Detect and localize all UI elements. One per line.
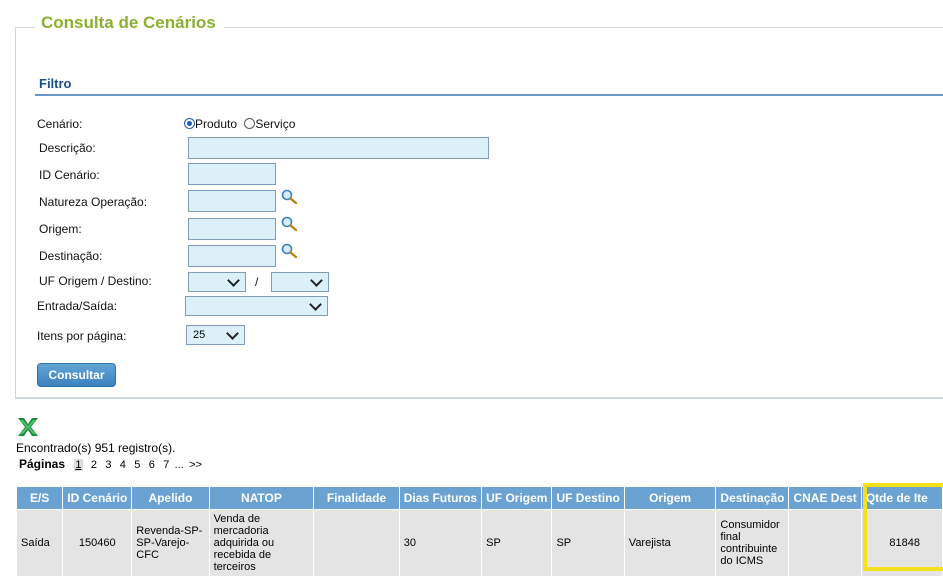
id-cenario-label: ID Cenário: bbox=[39, 168, 100, 182]
cell-uf-destino: SP bbox=[551, 509, 625, 577]
origem-input[interactable] bbox=[188, 218, 276, 240]
column-header[interactable]: Apelido bbox=[131, 486, 210, 510]
chevron-down-icon bbox=[227, 273, 240, 287]
cell-cnae bbox=[788, 509, 862, 577]
excel-icon[interactable] bbox=[16, 416, 40, 438]
uf-origem-select[interactable] bbox=[188, 272, 246, 292]
column-header[interactable]: ID Cenário bbox=[62, 486, 133, 510]
page-link[interactable]: 7 bbox=[163, 459, 169, 471]
cell-es: Saída bbox=[15, 509, 64, 577]
column-header[interactable]: Finalidade bbox=[313, 486, 400, 510]
entrada-saida-label: Entrada/Saída: bbox=[37, 299, 118, 313]
destinacao-label: Destinação: bbox=[39, 249, 103, 263]
chevron-down-icon bbox=[226, 326, 239, 340]
pagination: Páginas 1 2 3 4 5 6 7 ... >> bbox=[19, 457, 207, 471]
column-header[interactable]: UF Origem bbox=[481, 486, 553, 510]
filter-divider bbox=[35, 94, 943, 96]
radio-produto[interactable] bbox=[184, 118, 195, 129]
column-header[interactable]: NATOP bbox=[208, 486, 315, 510]
cenario-label: Cenário: bbox=[37, 117, 83, 131]
radio-produto-label[interactable]: Produto bbox=[195, 117, 237, 131]
uf-destino-select[interactable] bbox=[271, 272, 329, 292]
consultar-button[interactable]: Consultar bbox=[37, 363, 116, 387]
uf-separator: / bbox=[255, 275, 259, 289]
natureza-input[interactable] bbox=[188, 190, 276, 212]
column-header[interactable]: Origem bbox=[623, 486, 717, 510]
results-table: E/S ID Cenário Apelido NATOP Finalidade … bbox=[15, 486, 943, 577]
pagination-label: Páginas bbox=[19, 457, 66, 471]
page-link[interactable]: 6 bbox=[149, 459, 155, 471]
uf-label: UF Origem / Destino: bbox=[39, 274, 152, 288]
entrada-saida-select[interactable] bbox=[185, 296, 328, 316]
table-row[interactable]: Saída 150460 Revenda-SP-SP-Varejo-CFC Ve… bbox=[15, 509, 943, 577]
magnifier-icon[interactable] bbox=[280, 189, 298, 205]
cell-dias-futuros: 30 bbox=[398, 509, 483, 577]
chevron-down-icon bbox=[309, 297, 322, 311]
page-link[interactable]: 5 bbox=[134, 459, 140, 471]
pagination-ellipsis: ... bbox=[174, 459, 184, 471]
table-header-row: E/S ID Cenário Apelido NATOP Finalidade … bbox=[15, 486, 943, 510]
column-header[interactable]: Destinação bbox=[715, 486, 790, 510]
filter-section-title: Filtro bbox=[39, 76, 72, 91]
cell-destinacao: Consumidor final contribuinte do ICMS bbox=[715, 509, 790, 577]
cell-origem: Varejista bbox=[623, 509, 717, 577]
cell-finalidade bbox=[313, 509, 400, 577]
cell-apelido: Revenda-SP-SP-Varejo-CFC bbox=[131, 509, 210, 577]
column-header[interactable]: E/S bbox=[15, 486, 64, 510]
itens-por-pagina-label: Itens por página: bbox=[37, 329, 127, 343]
magnifier-icon[interactable] bbox=[280, 216, 298, 232]
destinacao-input[interactable] bbox=[188, 245, 276, 267]
column-header[interactable]: Dias Futuros bbox=[398, 486, 483, 510]
highlight-box bbox=[863, 483, 943, 571]
filter-fieldset bbox=[15, 27, 943, 399]
natureza-label: Natureza Operação: bbox=[39, 195, 148, 209]
origem-label: Origem: bbox=[39, 222, 82, 236]
page-link[interactable]: 4 bbox=[120, 459, 126, 471]
itens-por-pagina-select[interactable]: 25 bbox=[186, 325, 245, 345]
next-pages-link[interactable]: >> bbox=[189, 459, 202, 471]
column-header[interactable]: UF Destino bbox=[551, 486, 625, 510]
page-title: Consulta de Cenários bbox=[35, 13, 224, 33]
radio-servico-label[interactable]: Serviço bbox=[255, 117, 295, 131]
page-link-current[interactable]: 1 bbox=[74, 459, 83, 471]
cell-id: 150460 bbox=[62, 509, 133, 577]
cell-uf-origem: SP bbox=[481, 509, 553, 577]
cell-natop: Venda de mercadoria adquirida ou recebid… bbox=[208, 509, 315, 577]
cenario-radio-group: Produto Serviço bbox=[184, 117, 295, 131]
descricao-label: Descrição: bbox=[39, 141, 96, 155]
radio-servico[interactable] bbox=[244, 118, 256, 129]
chevron-down-icon bbox=[310, 273, 323, 287]
column-header[interactable]: CNAE Dest bbox=[788, 486, 862, 510]
magnifier-icon[interactable] bbox=[280, 243, 298, 259]
page-link[interactable]: 3 bbox=[105, 459, 111, 471]
id-cenario-input[interactable] bbox=[188, 163, 276, 185]
descricao-input[interactable] bbox=[188, 137, 489, 159]
page-link[interactable]: 2 bbox=[91, 459, 97, 471]
itens-por-pagina-value: 25 bbox=[193, 329, 206, 341]
results-count: Encontrado(s) 951 registro(s). bbox=[16, 441, 176, 455]
